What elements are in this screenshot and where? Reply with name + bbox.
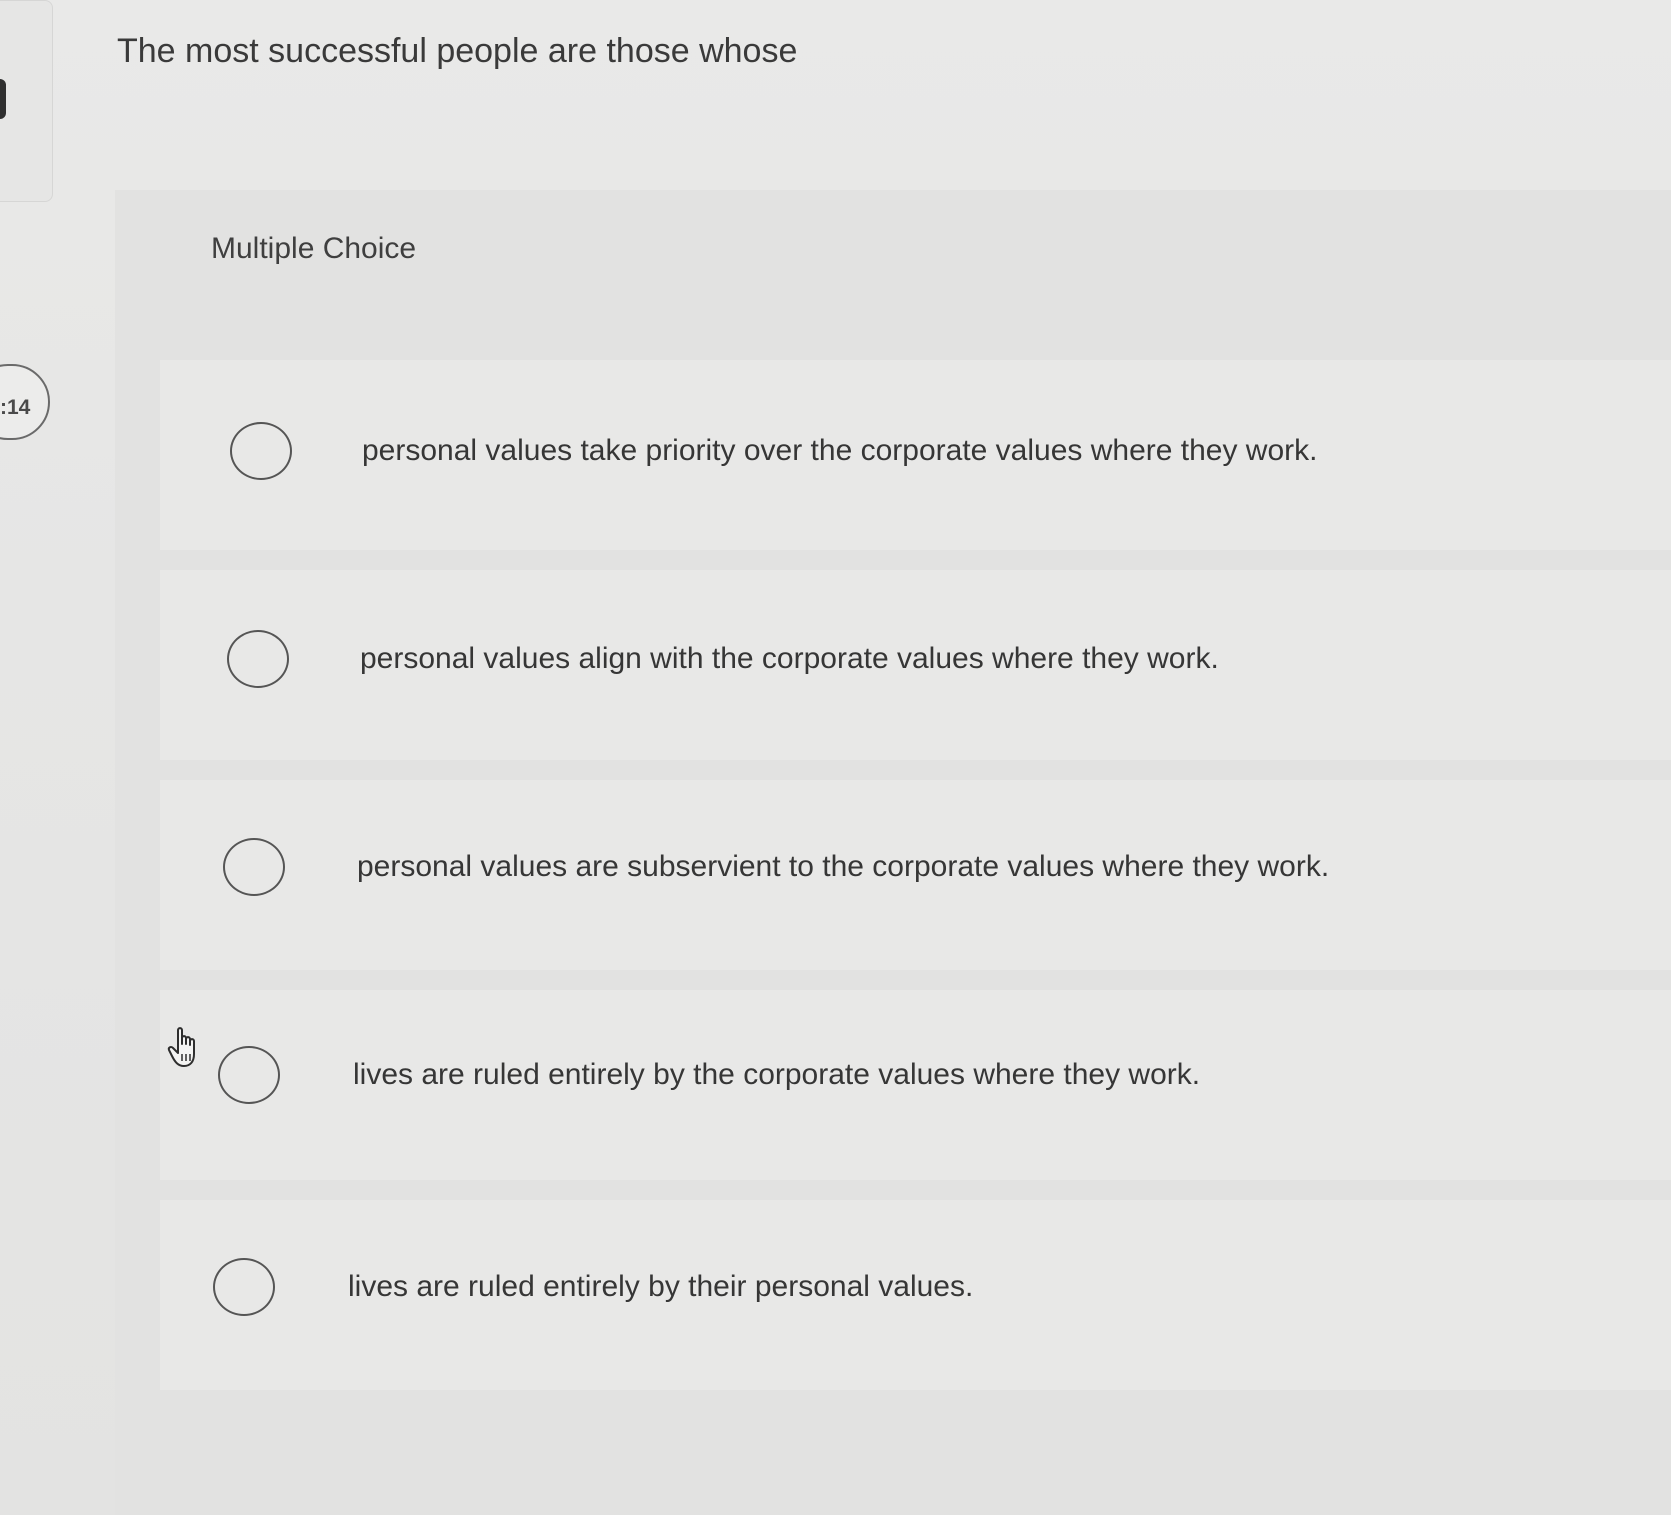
quiz-page: :14 The most successful people are those…: [0, 0, 1671, 1515]
answer-option-label: lives are ruled entirely by the corporat…: [353, 1058, 1201, 1091]
question-prompt: The most successful people are those who…: [117, 32, 798, 70]
side-panel[interactable]: [0, 0, 53, 202]
answer-option[interactable]: personal values align with the corporate…: [160, 570, 1671, 760]
answer-option[interactable]: lives are ruled entirely by the corporat…: [160, 990, 1671, 1180]
radio-button-icon[interactable]: [230, 422, 292, 480]
question-type-label: Multiple Choice: [211, 232, 417, 265]
timer-text: :14: [0, 396, 31, 419]
answer-option-label: lives are ruled entirely by their person…: [348, 1270, 974, 1303]
answer-option-label: personal values take priority over the c…: [362, 434, 1318, 467]
answer-option[interactable]: lives are ruled entirely by their person…: [160, 1200, 1671, 1390]
radio-button-icon[interactable]: [227, 630, 289, 688]
hand-pointer-icon: [167, 1027, 195, 1067]
radio-button-icon[interactable]: [213, 1258, 275, 1316]
answer-option[interactable]: personal values take priority over the c…: [160, 360, 1671, 550]
answer-option[interactable]: personal values are subservient to the c…: [160, 780, 1671, 970]
radio-button-icon[interactable]: [223, 838, 285, 896]
side-panel-handle[interactable]: [0, 79, 6, 119]
radio-button-icon[interactable]: [218, 1046, 280, 1104]
answer-option-label: personal values align with the corporate…: [360, 642, 1219, 675]
answer-option-label: personal values are subservient to the c…: [357, 850, 1330, 883]
